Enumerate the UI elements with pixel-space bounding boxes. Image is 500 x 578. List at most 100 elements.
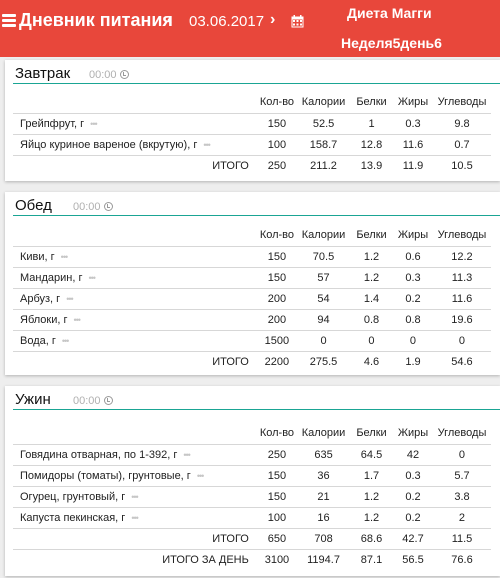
meal-time[interactable]: 00:00: [73, 395, 113, 407]
total-row: ИТОГО 250 211.2 13.9 11.9 10.5: [13, 154, 491, 176]
more-dots-icon[interactable]: •••: [88, 273, 96, 283]
previous-day-button[interactable]: ‹: [167, 11, 172, 29]
food-name: Арбуз, г: [20, 292, 61, 305]
total-carbs: 54.6: [432, 350, 491, 372]
calendar-icon[interactable]: [291, 15, 304, 28]
food-name: Помидоры (томаты), грунтовые, г: [20, 469, 191, 482]
meal-time[interactable]: 00:00: [89, 69, 129, 81]
protein-value: 1.4: [350, 287, 393, 309]
more-dots-icon[interactable]: •••: [74, 315, 82, 325]
diet-week-day: Неделя5день6: [341, 35, 442, 51]
food-name: Киви, г: [20, 250, 55, 263]
clock-icon: [119, 70, 129, 79]
protein-value: 1.2: [350, 266, 393, 288]
qty-value: 1500: [256, 329, 298, 351]
calories-value: 158.7: [297, 133, 351, 155]
total-protein: 13.9: [350, 154, 393, 176]
day-total-row: ИТОГО ЗА ДЕНЬ 3100 1194.7 87.1 56.5 76.6: [13, 548, 491, 570]
table-row: Яблоки, г ••• 200 94 0.8 0.8 19.6: [13, 308, 491, 330]
more-dots-icon[interactable]: •••: [131, 513, 139, 523]
carbs-value: 0: [432, 443, 491, 465]
calories-value: 52.5: [297, 112, 351, 134]
carbs-value: 19.6: [432, 308, 491, 330]
carbs-value: 2: [432, 506, 491, 528]
total-qty: 650: [256, 527, 298, 549]
col-carbs: Углеводы: [437, 427, 487, 440]
qty-value: 200: [256, 308, 298, 330]
next-day-button[interactable]: ›: [270, 11, 275, 29]
fat-value: 0: [392, 329, 433, 351]
qty-value: 150: [256, 485, 298, 507]
current-date: 03.06.2017: [189, 13, 265, 30]
total-carbs: 10.5: [432, 154, 491, 176]
more-dots-icon[interactable]: •••: [183, 450, 191, 460]
total-fat: 1.9: [392, 350, 433, 372]
calories-value: 94: [297, 308, 350, 330]
table-header-row: Кол-во Калории Белки Жиры Углеводы: [13, 225, 491, 246]
food-name: Яйцо куриное вареное (вкрутую), г: [20, 138, 198, 151]
total-label: ИТОГО: [13, 350, 257, 372]
more-dots-icon[interactable]: •••: [197, 471, 205, 481]
fat-value: 0.8: [392, 308, 433, 330]
day-total-qty: 3100: [256, 548, 298, 570]
total-protein: 68.6: [350, 527, 393, 549]
col-carbs: Углеводы: [437, 229, 487, 242]
col-calories: Калории: [301, 96, 346, 109]
more-dots-icon[interactable]: •••: [131, 492, 139, 502]
calories-value: 0: [297, 329, 350, 351]
clock-icon: [103, 396, 113, 405]
total-label: ИТОГО: [13, 527, 257, 549]
food-name: Капуста пекинская, г: [20, 511, 126, 524]
meal-time[interactable]: 00:00: [73, 201, 113, 213]
more-dots-icon[interactable]: •••: [62, 336, 70, 346]
total-label: ИТОГО: [13, 154, 257, 176]
fat-value: 0.3: [393, 464, 433, 486]
food-name: Грейпфрут, г: [20, 117, 85, 130]
col-fat: Жиры: [397, 96, 429, 109]
more-dots-icon[interactable]: •••: [90, 119, 98, 129]
total-carbs: 11.5: [432, 527, 491, 549]
more-dots-icon[interactable]: •••: [203, 140, 211, 150]
more-dots-icon[interactable]: •••: [66, 294, 74, 304]
col-fat: Жиры: [397, 229, 429, 242]
carbs-value: 12.2: [432, 245, 491, 267]
day-total-fat: 56.5: [393, 548, 433, 570]
fat-value: 0.3: [392, 266, 433, 288]
table-row: Грейпфрут, г ••• 150 52.5 1 0.3 9.8: [13, 112, 491, 134]
total-fat: 42.7: [393, 527, 433, 549]
fat-value: 11.6: [393, 133, 433, 155]
table-row: Говядина отварная, по 1-392, г ••• 250 63…: [13, 443, 491, 465]
protein-value: 0.8: [350, 308, 393, 330]
fat-value: 0.2: [392, 287, 433, 309]
table-row: Арбуз, г ••• 200 54 1.4 0.2 11.6: [13, 287, 491, 309]
fat-value: 0.3: [393, 112, 433, 134]
calories-value: 36: [297, 464, 351, 486]
table-header-row: Кол-во Калории Белки Жиры Углеводы: [13, 423, 491, 444]
food-name: Яблоки, г: [20, 313, 68, 326]
total-calories: 708: [297, 527, 351, 549]
calories-value: 635: [297, 443, 351, 465]
fat-value: 0.2: [393, 506, 433, 528]
col-calories: Калории: [301, 427, 346, 440]
table-row: Киви, г ••• 150 70.5 1.2 0.6 12.2: [13, 245, 491, 267]
app-header: Дневник питания ‹ 03.06.2017 › Диета Маг…: [0, 0, 500, 57]
total-qty: 2200: [256, 350, 298, 372]
food-name: Говядина отварная, по 1-392, г: [20, 448, 178, 461]
protein-value: 1.2: [350, 485, 393, 507]
hamburger-menu-icon[interactable]: [2, 14, 16, 27]
table-row: Огурец, грунтовый, г ••• 150 21 1.2 0.2 3…: [13, 485, 491, 507]
qty-value: 100: [256, 506, 298, 528]
meal-table: Кол-во Калории Белки Жиры Углеводы Говяд…: [13, 423, 491, 570]
qty-value: 150: [256, 266, 298, 288]
col-protein: Белки: [356, 229, 387, 242]
food-name: Вода, г: [20, 334, 56, 347]
total-calories: 211.2: [297, 154, 351, 176]
carbs-value: 0.7: [432, 133, 491, 155]
table-row: Помидоры (томаты), грунтовые, г ••• 150 3…: [13, 464, 491, 486]
protein-value: 1: [350, 112, 393, 134]
protein-value: 1.2: [350, 506, 393, 528]
more-dots-icon[interactable]: •••: [61, 252, 69, 262]
total-fat: 11.9: [393, 154, 433, 176]
food-name: Огурец, грунтовый, г: [20, 490, 126, 503]
food-name: Мандарин, г: [20, 271, 83, 284]
